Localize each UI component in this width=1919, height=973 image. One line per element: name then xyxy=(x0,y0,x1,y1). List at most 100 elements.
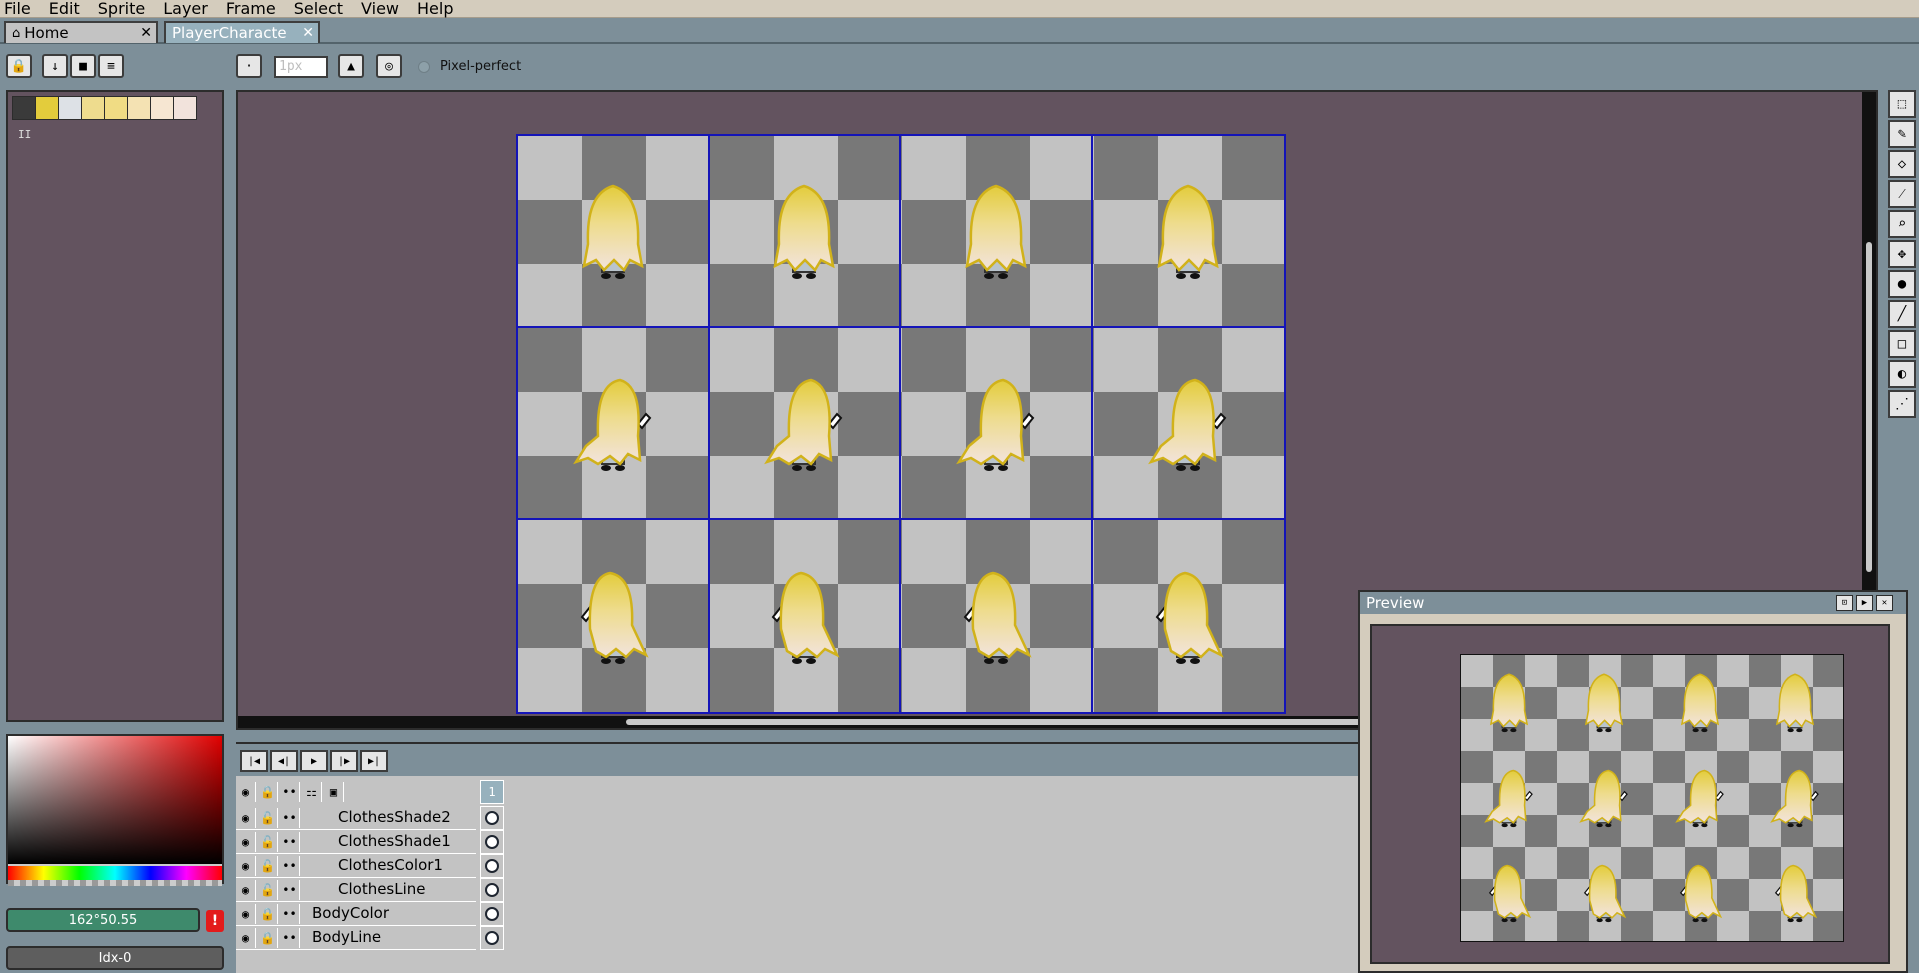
pixel-perfect-checkbox[interactable] xyxy=(418,61,430,73)
first-frame-icon[interactable]: |◀ xyxy=(240,750,268,772)
lock-icon[interactable]: 🔓 xyxy=(258,832,278,852)
eye-icon[interactable]: ◉ xyxy=(236,782,256,802)
character-sprite xyxy=(1776,673,1815,732)
blur-tool-icon[interactable]: ◐ xyxy=(1888,360,1916,388)
lock-icon[interactable]: 🔒 xyxy=(6,54,32,78)
link-cels-icon[interactable]: ⚏ xyxy=(302,782,322,802)
vertical-scrollbar[interactable] xyxy=(1862,92,1876,662)
palette-swatch[interactable] xyxy=(58,96,82,120)
palette-swatch[interactable] xyxy=(12,96,36,120)
lock-icon[interactable]: 🔓 xyxy=(258,880,278,900)
layer-row[interactable]: ◉ 🔓 •• ClothesLine xyxy=(236,878,476,902)
lock-icon[interactable]: 🔒 xyxy=(258,782,278,802)
close-icon[interactable]: ✕ xyxy=(140,25,152,41)
menu-edit[interactable]: Edit xyxy=(49,0,80,18)
frame-header[interactable]: 1 xyxy=(480,780,504,804)
lock-icon[interactable]: 🔒 xyxy=(258,928,278,948)
menu-file[interactable]: File xyxy=(4,0,31,18)
ink-icon[interactable]: ▲ xyxy=(338,54,364,78)
lock-icon[interactable]: 🔒 xyxy=(258,904,278,924)
layer-cel[interactable] xyxy=(480,830,504,854)
play-icon[interactable]: ▶ xyxy=(1856,595,1873,611)
warning-icon[interactable]: ! xyxy=(206,910,224,932)
eye-icon[interactable]: ◉ xyxy=(236,880,256,900)
sprite-frame-cell xyxy=(1093,520,1285,712)
menu-select[interactable]: Select xyxy=(294,0,343,18)
continuous-icon[interactable]: •• xyxy=(280,880,300,900)
pencil-tool-icon[interactable]: ✎ xyxy=(1888,120,1916,148)
spray-tool-icon[interactable]: ⋰ xyxy=(1888,390,1916,418)
menu-sprite[interactable]: Sprite xyxy=(98,0,145,18)
last-frame-icon[interactable]: ▶| xyxy=(360,750,388,772)
layer-row[interactable]: ◉ 🔒 •• BodyColor xyxy=(236,902,476,926)
saturation-value-area[interactable] xyxy=(8,736,222,864)
close-icon[interactable]: ✕ xyxy=(1876,595,1893,611)
brush-size-input[interactable]: 1px xyxy=(274,56,328,78)
eye-icon[interactable]: ◉ xyxy=(236,904,256,924)
tab-player-character[interactable]: PlayerCharacte ✕ xyxy=(164,21,320,43)
palette-swatch[interactable] xyxy=(173,96,197,120)
palette-swatch[interactable] xyxy=(104,96,128,120)
layer-cel[interactable] xyxy=(480,926,504,950)
layer-row[interactable]: ◉ 🔓 •• ClothesShade2 xyxy=(236,806,476,830)
move-tool-icon[interactable]: ✥ xyxy=(1888,240,1916,268)
menu-view[interactable]: View xyxy=(361,0,399,18)
continuous-icon[interactable]: •• xyxy=(280,832,300,852)
color-index-field[interactable]: Idx-0 xyxy=(6,946,224,970)
character-sprite xyxy=(1483,769,1533,828)
brush-shape-icon[interactable]: · xyxy=(236,54,262,78)
eye-icon[interactable]: ◉ xyxy=(236,928,256,948)
square-icon[interactable]: ■ xyxy=(70,54,96,78)
layer-row[interactable]: ◉ 🔒 •• BodyLine xyxy=(236,926,476,950)
vertical-scroll-thumb[interactable] xyxy=(1866,242,1872,572)
play-icon[interactable]: ▶ xyxy=(300,750,328,772)
lock-icon[interactable]: 🔓 xyxy=(258,856,278,876)
color-hsv-field[interactable]: 162°50.55 xyxy=(6,908,200,932)
palette-swatch[interactable] xyxy=(81,96,105,120)
layer-cel[interactable] xyxy=(480,902,504,926)
continuous-icon[interactable]: •• xyxy=(280,808,300,828)
palette-swatch[interactable] xyxy=(35,96,59,120)
eye-icon[interactable]: ◉ xyxy=(236,856,256,876)
palette-swatch[interactable] xyxy=(150,96,174,120)
layer-row[interactable]: ◉ 🔓 •• ClothesShade1 xyxy=(236,830,476,854)
layer-row[interactable]: ◉ 🔓 •• ClothesColor1 xyxy=(236,854,476,878)
hue-slider[interactable] xyxy=(8,866,222,880)
eye-icon[interactable]: ◉ xyxy=(236,832,256,852)
continuous-icon[interactable]: •• xyxy=(280,928,300,948)
menu-icon[interactable]: ≡ xyxy=(98,54,124,78)
tool-strip: ⬚ ✎ ◇ ⁄ ⌕ ✥ ● ╱ □ ◐ ⋰ xyxy=(1888,90,1918,424)
line-tool-icon[interactable]: ╱ xyxy=(1888,300,1916,328)
zoom-tool-icon[interactable]: ⌕ xyxy=(1888,210,1916,238)
lock-icon[interactable]: 🔓 xyxy=(258,808,278,828)
pin-icon[interactable]: ⊡ xyxy=(1836,595,1853,611)
palette-swatch[interactable] xyxy=(127,96,151,120)
close-icon[interactable]: ✕ xyxy=(302,25,314,41)
marquee-tool-icon[interactable]: ⬚ xyxy=(1888,90,1916,118)
continuous-icon[interactable]: •• xyxy=(280,856,300,876)
fill-tool-icon[interactable]: ● xyxy=(1888,270,1916,298)
rectangle-tool-icon[interactable]: □ xyxy=(1888,330,1916,358)
continuous-icon[interactable]: •• xyxy=(280,904,300,924)
sprite-canvas[interactable] xyxy=(516,134,1286,714)
menu-help[interactable]: Help xyxy=(417,0,453,18)
layer-cel[interactable] xyxy=(480,854,504,878)
layer-name: BodyColor xyxy=(312,904,390,922)
alpha-slider[interactable] xyxy=(8,880,222,886)
tab-home[interactable]: ⌂ Home ✕ xyxy=(4,21,158,43)
eye-icon[interactable]: ◉ xyxy=(236,808,256,828)
continuous-icon[interactable]: •• xyxy=(280,782,300,802)
next-frame-icon[interactable]: |▶ xyxy=(330,750,358,772)
previous-frame-icon[interactable]: ◀| xyxy=(270,750,298,772)
layer-cel[interactable] xyxy=(480,878,504,902)
layer-icon[interactable]: ▣ xyxy=(324,782,344,802)
download-icon[interactable]: ↓ xyxy=(42,54,68,78)
layer-cel[interactable] xyxy=(480,806,504,830)
dynamics-icon[interactable]: ◎ xyxy=(376,54,402,78)
preview-canvas[interactable] xyxy=(1370,624,1890,964)
eraser-tool-icon[interactable]: ◇ xyxy=(1888,150,1916,178)
menu-layer[interactable]: Layer xyxy=(163,0,208,18)
eyedropper-tool-icon[interactable]: ⁄ xyxy=(1888,180,1916,208)
menu-frame[interactable]: Frame xyxy=(226,0,276,18)
sprite-frame-cell xyxy=(901,328,1093,520)
